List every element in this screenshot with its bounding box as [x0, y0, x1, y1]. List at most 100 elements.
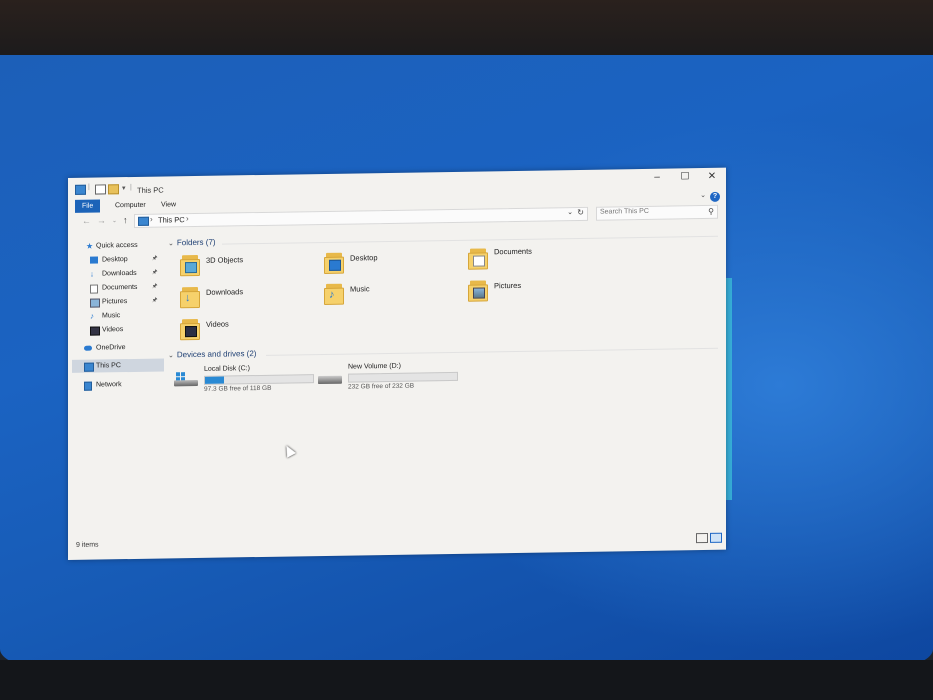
- search-box[interactable]: ⚲: [596, 204, 718, 221]
- nav-quick-access[interactable]: ★ Quick access: [72, 238, 164, 252]
- this-pc-icon: [84, 362, 94, 372]
- nav-item-label: Pictures: [102, 298, 128, 306]
- toolbar-separator: |: [88, 183, 90, 191]
- collapse-chevron-icon[interactable]: ⌄: [168, 352, 174, 359]
- drive-name: New Volume (D:): [348, 362, 401, 371]
- help-icon[interactable]: ?: [710, 191, 720, 202]
- nav-item-videos[interactable]: Videos: [72, 322, 164, 336]
- drives-group-header[interactable]: ⌄ Devices and drives (2): [168, 349, 256, 359]
- drive-usage-fill: [205, 376, 225, 384]
- folder-music[interactable]: ♪ Music: [324, 279, 444, 309]
- nav-item-downloads[interactable]: ↓ Downloads 🖈: [72, 266, 164, 280]
- folder-name: Documents: [494, 246, 532, 257]
- nav-onedrive-label: OneDrive: [96, 344, 126, 352]
- drives-group-title: Devices and drives (2): [176, 349, 257, 360]
- drive-local-disk-c[interactable]: Local Disk (C:) 97.3 GB free of 118 GB: [174, 364, 314, 394]
- folder-name: Downloads: [206, 287, 244, 297]
- desktop-folder-icon: [324, 251, 344, 274]
- drive-name: Local Disk (C:): [204, 365, 250, 373]
- folder-name: 3D Objects: [206, 255, 244, 265]
- nav-item-label: Videos: [102, 326, 124, 334]
- expand-ribbon-chevron-icon[interactable]: ⌄: [700, 191, 706, 199]
- 3d-objects-icon: [180, 253, 200, 277]
- nav-item-label: Music: [102, 312, 121, 320]
- tab-computer[interactable]: Computer: [108, 199, 153, 213]
- item-count: 9 items: [76, 541, 99, 549]
- new-folder-icon[interactable]: [108, 184, 119, 195]
- monitor-bezel-top: [0, 0, 933, 62]
- pictures-icon: [90, 298, 100, 308]
- nav-item-desktop[interactable]: Desktop 🖈: [72, 252, 164, 266]
- music-folder-icon: ♪: [324, 282, 344, 305]
- folder-name: Music: [350, 284, 370, 294]
- monitor-bezel-bottom: [0, 660, 933, 700]
- large-icons-view-icon[interactable]: [710, 532, 722, 543]
- folder-pictures[interactable]: Pictures: [468, 276, 588, 306]
- windows-drive-icon: [174, 372, 198, 387]
- videos-icon: [90, 326, 100, 336]
- minimize-button[interactable]: –: [643, 169, 671, 187]
- pin-icon[interactable]: 🖈: [152, 295, 158, 308]
- refresh-icon[interactable]: ↻: [577, 208, 584, 217]
- recent-locations-chevron-icon[interactable]: ⌄: [112, 217, 117, 224]
- breadcrumb-chevron-icon[interactable]: ›: [186, 214, 189, 223]
- pin-icon[interactable]: 🖈: [152, 253, 158, 266]
- nav-quick-access-label: Quick access: [96, 241, 138, 250]
- nav-item-documents[interactable]: Documents 🖈: [72, 280, 164, 294]
- forward-arrow-icon[interactable]: →: [97, 215, 106, 225]
- navigation-pane: ★ Quick access Desktop 🖈 ↓ Downloads 🖈 D…: [72, 238, 164, 529]
- nav-onedrive[interactable]: OneDrive: [72, 340, 164, 354]
- customize-toolbar-chevron-icon[interactable]: ▾: [122, 184, 126, 192]
- address-dropdown-chevron-icon[interactable]: ⌄: [567, 208, 573, 216]
- tab-file[interactable]: File: [75, 199, 101, 213]
- this-pc-app-icon: [75, 184, 86, 195]
- nav-item-label: Downloads: [102, 269, 137, 278]
- drive-usage-bar: [348, 371, 458, 383]
- downloads-folder-icon: ↓: [180, 285, 200, 309]
- nav-item-label: Documents: [102, 283, 138, 292]
- folder-videos[interactable]: Videos: [180, 314, 300, 344]
- document-icon: [90, 284, 98, 294]
- nav-item-music[interactable]: ♪ Music: [72, 308, 164, 322]
- folder-name: Desktop: [350, 253, 378, 263]
- this-pc-icon: [138, 216, 149, 226]
- folder-desktop[interactable]: Desktop: [324, 248, 444, 278]
- back-arrow-icon[interactable]: ←: [82, 216, 91, 226]
- details-view-icon[interactable]: [696, 532, 708, 544]
- search-input[interactable]: [600, 207, 700, 216]
- close-button[interactable]: ✕: [698, 168, 726, 186]
- hard-drive-icon: [318, 370, 342, 385]
- up-arrow-icon[interactable]: ↑: [123, 215, 128, 225]
- documents-folder-icon: [468, 246, 488, 270]
- properties-icon[interactable]: [95, 184, 106, 195]
- drive-new-volume-d[interactable]: New Volume (D:) 232 GB free of 232 GB: [318, 362, 458, 392]
- maximize-button[interactable]: ☐: [671, 168, 699, 186]
- drive-free-space: 232 GB free of 232 GB: [348, 382, 415, 391]
- cloud-icon: [84, 345, 92, 351]
- divider: [222, 235, 718, 245]
- nav-this-pc-label: This PC: [96, 362, 121, 370]
- pin-icon[interactable]: 🖈: [152, 281, 158, 294]
- nav-item-pictures[interactable]: Pictures 🖈: [72, 294, 164, 308]
- star-icon: ★: [86, 241, 94, 251]
- drive-free-space: 97.3 GB free of 118 GB: [204, 384, 272, 393]
- breadcrumb-chevron-icon[interactable]: ›: [150, 215, 153, 224]
- search-icon[interactable]: ⚲: [708, 207, 714, 216]
- nav-network[interactable]: Network: [72, 377, 164, 391]
- breadcrumb-this-pc[interactable]: This PC: [158, 215, 185, 224]
- nav-network-label: Network: [96, 381, 122, 389]
- tab-view[interactable]: View: [154, 198, 183, 211]
- folder-documents[interactable]: Documents: [468, 244, 588, 274]
- pin-icon[interactable]: 🖈: [152, 267, 158, 280]
- download-arrow-icon: ↓: [90, 269, 94, 279]
- title-separator: |: [130, 183, 132, 192]
- folder-3d-objects[interactable]: 3D Objects: [180, 250, 300, 280]
- drive-usage-bar: [204, 374, 314, 385]
- nav-this-pc[interactable]: This PC: [72, 358, 164, 373]
- folders-group-header[interactable]: ⌄ Folders (7): [168, 238, 216, 248]
- folder-name: Videos: [206, 319, 229, 329]
- collapse-chevron-icon[interactable]: ⌄: [168, 240, 174, 247]
- folder-downloads[interactable]: ↓ Downloads: [180, 282, 300, 312]
- folders-group-title: Folders (7): [176, 237, 216, 248]
- file-explorer-window: | ▾ | This PC – ☐ ✕ File Computer View ⌄…: [68, 167, 726, 560]
